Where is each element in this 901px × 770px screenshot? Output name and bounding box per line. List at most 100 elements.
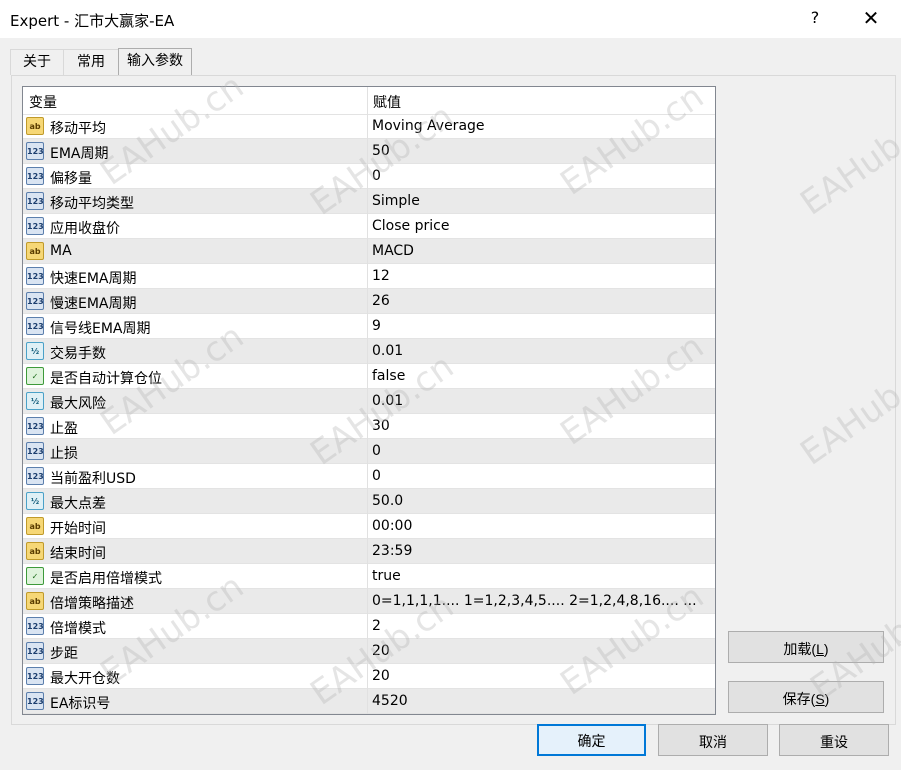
parameter-name: 结束时间 (50, 546, 106, 562)
integer-type-icon: 123 (26, 267, 44, 285)
integer-type-icon: 123 (26, 417, 44, 435)
string-type-icon: ab (26, 542, 44, 560)
parameter-name: 是否自动计算仓位 (50, 371, 162, 387)
parameter-name: 止损 (50, 446, 78, 462)
parameter-name: 最大开仓数 (50, 671, 120, 687)
parameter-row[interactable]: 123 移动平均类型 Simple (23, 189, 715, 214)
integer-type-icon: 123 (26, 317, 44, 335)
parameter-row[interactable]: 123 应用收盘价 Close price (23, 214, 715, 239)
parameter-value[interactable]: 26 (372, 293, 390, 309)
parameter-row[interactable]: ab 倍增策略描述 0=1,1,1,1.... 1=1,2,3,4,5.... 2=… (23, 589, 715, 614)
title-bar: Expert - 汇市大赢家-EA ? ✕ (0, 0, 901, 38)
parameter-row[interactable]: 123 止损 0 (23, 439, 715, 464)
parameter-row[interactable]: ✓ 是否启用倍增模式 true (23, 564, 715, 589)
parameter-value[interactable]: Close price (372, 218, 449, 234)
string-type-icon: ab (26, 117, 44, 135)
parameter-value[interactable]: 30 (372, 418, 390, 434)
double-type-icon: ½ (26, 492, 44, 510)
parameter-row[interactable]: 123 当前盈利USD 0 (23, 464, 715, 489)
parameter-row[interactable]: 123 慢速EMA周期 26 (23, 289, 715, 314)
tab-common[interactable]: 常用 (63, 49, 119, 75)
parameter-row[interactable]: 123 EA标识号 4520 (23, 689, 715, 714)
integer-type-icon: 123 (26, 692, 44, 710)
parameter-value[interactable]: 00:00 (372, 518, 412, 534)
parameter-row[interactable]: 123 快速EMA周期 12 (23, 264, 715, 289)
parameter-row[interactable]: 123 信号线EMA周期 9 (23, 314, 715, 339)
parameter-row[interactable]: 123 步距 20 (23, 639, 715, 664)
parameter-name: 倍增策略描述 (50, 596, 134, 612)
window-title: Expert - 汇市大赢家-EA (10, 12, 175, 30)
parameter-value[interactable]: true (372, 568, 401, 584)
parameter-name: 止盈 (50, 421, 78, 437)
save-button[interactable]: 保存(S) (728, 681, 884, 713)
help-icon[interactable]: ? (806, 8, 824, 28)
close-icon[interactable]: ✕ (860, 6, 882, 30)
cancel-button[interactable]: 取消 (658, 724, 768, 756)
column-header-variable[interactable]: 变量 (29, 92, 57, 112)
parameter-row[interactable]: ab 开始时间 00:00 (23, 514, 715, 539)
parameter-value[interactable]: MACD (372, 243, 414, 259)
load-button[interactable]: 加载(L) (728, 631, 884, 663)
parameter-name: EMA周期 (50, 146, 109, 162)
parameter-value[interactable]: Simple (372, 193, 420, 209)
parameter-value[interactable]: 0 (372, 443, 381, 459)
parameter-value[interactable]: 0=1,1,1,1.... 1=1,2,3,4,5.... 2=1,2,4,8,… (372, 593, 697, 609)
parameter-value[interactable]: 20 (372, 668, 390, 684)
integer-type-icon: 123 (26, 617, 44, 635)
parameter-name: 步距 (50, 646, 78, 662)
parameter-row[interactable]: ab 结束时间 23:59 (23, 539, 715, 564)
tab-input-parameters[interactable]: 输入参数 (118, 48, 192, 75)
parameter-row[interactable]: ½ 交易手数 0.01 (23, 339, 715, 364)
parameter-name: 应用收盘价 (50, 221, 120, 237)
parameter-row[interactable]: ½ 最大风险 0.01 (23, 389, 715, 414)
parameter-value[interactable]: 12 (372, 268, 390, 284)
integer-type-icon: 123 (26, 217, 44, 235)
parameter-name: 最大风险 (50, 396, 106, 412)
double-type-icon: ½ (26, 392, 44, 410)
column-divider[interactable] (367, 87, 368, 714)
parameter-row[interactable]: 123 EMA周期 50 (23, 139, 715, 164)
bool-type-icon: ✓ (26, 567, 44, 585)
parameter-row[interactable]: ab MA MACD (23, 239, 715, 264)
reset-button[interactable]: 重设 (779, 724, 889, 756)
parameter-name: 是否启用倍增模式 (50, 571, 162, 587)
parameter-value[interactable]: 0 (372, 168, 381, 184)
parameter-row[interactable]: ✓ 是否自动计算仓位 false (23, 364, 715, 389)
parameter-value[interactable]: 9 (372, 318, 381, 334)
parameter-value[interactable]: Moving Average (372, 118, 485, 134)
parameter-value[interactable]: 0.01 (372, 343, 403, 359)
parameter-value[interactable]: 23:59 (372, 543, 412, 559)
parameter-row[interactable]: ½ 最大点差 50.0 (23, 489, 715, 514)
string-type-icon: ab (26, 592, 44, 610)
parameter-value[interactable]: 0.01 (372, 393, 403, 409)
parameter-name: 慢速EMA周期 (50, 296, 137, 312)
parameter-name: 当前盈利USD (50, 471, 136, 487)
integer-type-icon: 123 (26, 167, 44, 185)
parameter-value[interactable]: false (372, 368, 405, 384)
parameter-row[interactable]: 123 最大开仓数 20 (23, 664, 715, 689)
integer-type-icon: 123 (26, 467, 44, 485)
parameter-value[interactable]: 50 (372, 143, 390, 159)
grid-header: 变量 赋值 (23, 87, 715, 115)
parameters-grid[interactable]: 变量 赋值 ab 移动平均 Moving Average 123 EMA周期 50 123 偏… (22, 86, 716, 715)
parameter-value[interactable]: 2 (372, 618, 381, 634)
integer-type-icon: 123 (26, 442, 44, 460)
parameter-value[interactable]: 4520 (372, 693, 408, 709)
parameter-row[interactable]: 123 偏移量 0 (23, 164, 715, 189)
string-type-icon: ab (26, 517, 44, 535)
integer-type-icon: 123 (26, 642, 44, 660)
tab-about[interactable]: 关于 (10, 49, 64, 75)
integer-type-icon: 123 (26, 667, 44, 685)
integer-type-icon: 123 (26, 142, 44, 160)
parameter-value[interactable]: 50.0 (372, 493, 403, 509)
ok-button[interactable]: 确定 (537, 724, 646, 756)
parameter-row[interactable]: 123 止盈 30 (23, 414, 715, 439)
parameter-value[interactable]: 20 (372, 643, 390, 659)
parameter-name: 开始时间 (50, 521, 106, 537)
column-header-value[interactable]: 赋值 (373, 92, 401, 112)
parameter-row[interactable]: 123 倍增模式 2 (23, 614, 715, 639)
parameter-value[interactable]: 0 (372, 468, 381, 484)
integer-type-icon: 123 (26, 292, 44, 310)
parameter-row[interactable]: ab 移动平均 Moving Average (23, 114, 715, 139)
integer-type-icon: 123 (26, 192, 44, 210)
